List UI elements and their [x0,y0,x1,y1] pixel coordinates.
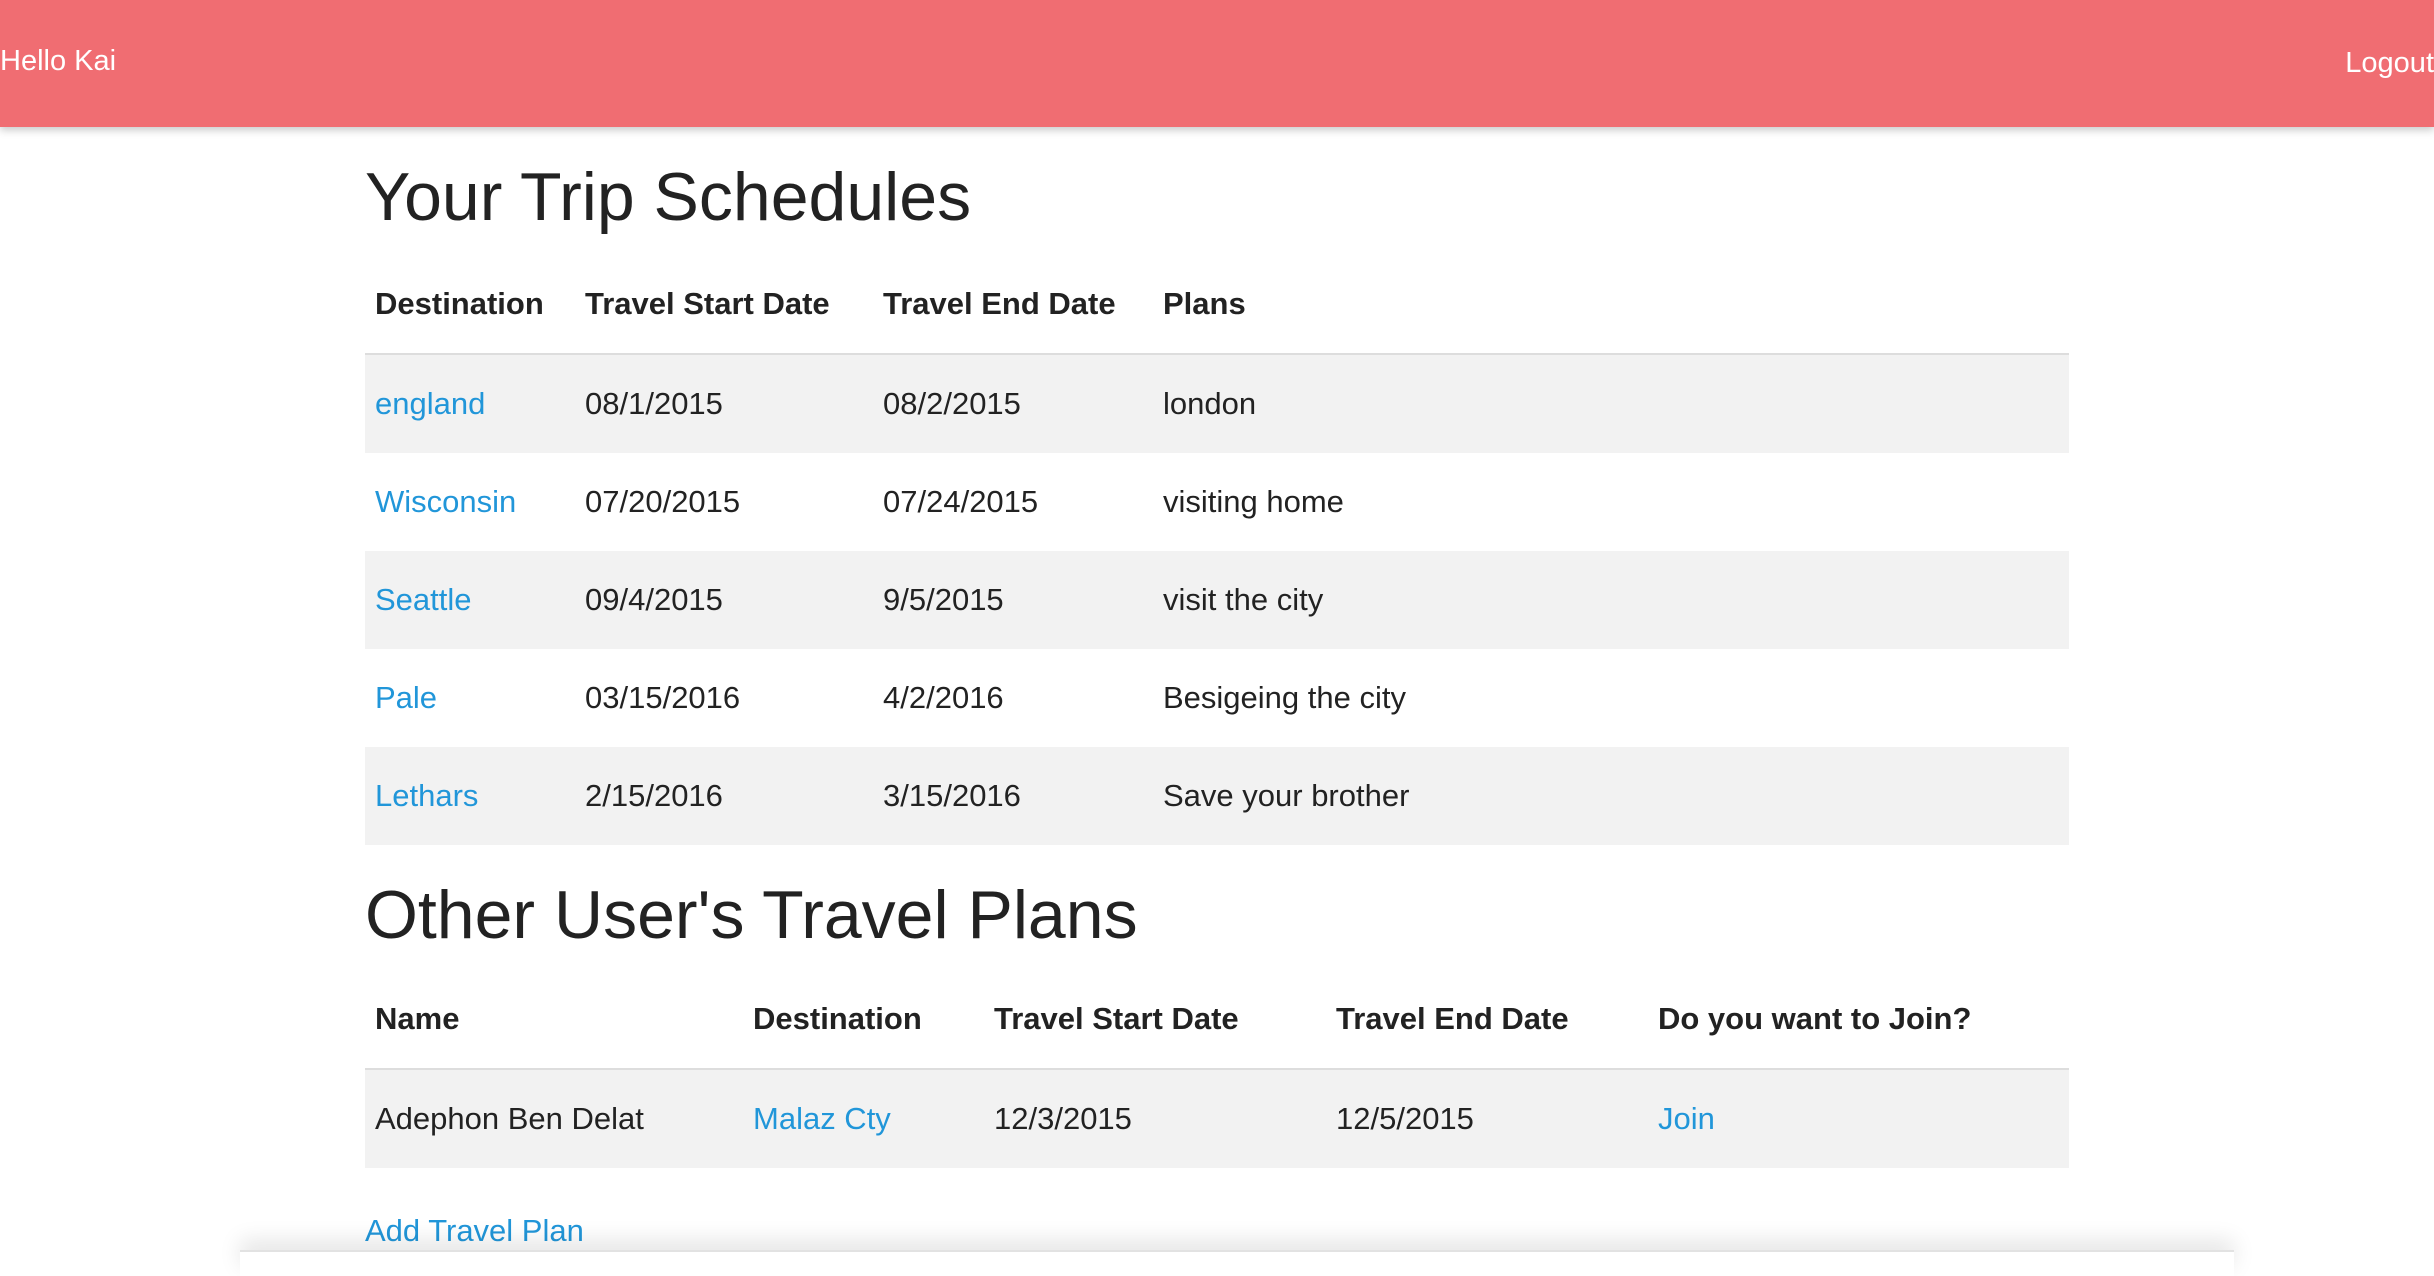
table-row: england 08/1/2015 08/2/2015 london [365,354,2069,453]
end-date-cell: 07/24/2015 [883,484,1039,519]
table-header-row: Name Destination Travel Start Date Trave… [365,969,2069,1070]
table-row: Pale 03/15/2016 4/2/2016 Besigeing the c… [365,649,2069,747]
table-row: Seattle 09/4/2015 9/5/2015 visit the cit… [365,551,2069,649]
column-header-end-date: Travel End Date [873,254,1153,355]
column-header-start-date: Travel Start Date [575,254,873,355]
destination-link[interactable]: Pale [375,680,437,715]
user-greeting: Hello Kai [0,45,117,77]
join-link[interactable]: Join [1658,1101,1715,1136]
plans-cell: visit the city [1153,551,2069,649]
start-date-cell: 08/1/2015 [575,354,873,453]
column-header-plans: Plans [1153,254,2069,355]
join-cell: Join [1648,1069,2069,1168]
add-travel-plan-link[interactable]: Add Travel Plan [365,1213,584,1249]
column-header-end-date: Travel End Date [1326,969,1648,1070]
trip-schedules-heading: Your Trip Schedules [365,159,972,235]
destination-link[interactable]: Lethars [375,778,478,813]
other-users-plans-heading: Other User's Travel Plans [365,877,1138,953]
start-date-cell: 07/20/2015 [585,484,741,519]
destination-cell: Seattle [365,551,575,649]
destination-link[interactable]: Wisconsin [375,484,516,519]
start-date-cell: 03/15/2016 [585,680,741,715]
start-date-cell: 09/4/2015 [575,551,873,649]
destination-cell: Pale [365,649,575,747]
column-header-destination: Destination [743,969,984,1070]
end-date-cell: 12/5/2015 [1326,1069,1648,1168]
end-date-cell: 3/15/2016 [873,747,1153,845]
column-header-join: Do you want to Join? [1648,969,2069,1070]
destination-link[interactable]: Malaz Cty [753,1101,891,1136]
end-date-cell: 9/5/2015 [873,551,1153,649]
destination-cell: Lethars [365,747,575,845]
destination-cell: Malaz Cty [743,1069,984,1168]
start-date-cell: 2/15/2016 [575,747,873,845]
end-date-cell: 4/2/2016 [883,680,1004,715]
end-date-cell: 08/2/2015 [873,354,1153,453]
bottom-panel-edge [240,1250,2234,1276]
main-content: Your Trip Schedules Destination Travel S… [365,127,2069,1249]
destination-link[interactable]: Seattle [375,582,472,617]
table-header-row: Destination Travel Start Date Travel End… [365,254,2069,355]
plans-cell: Besigeing the city [1163,680,1406,715]
column-header-destination: Destination [365,254,575,355]
table-row: Wisconsin 07/20/2015 07/24/2015 visiting… [365,453,2069,551]
column-header-name: Name [365,969,743,1070]
destination-link[interactable]: england [375,386,485,421]
destination-cell: Wisconsin [365,453,575,551]
name-cell: Adephon Ben Delat [365,1069,743,1168]
other-users-plans-table: Name Destination Travel Start Date Trave… [365,969,2069,1168]
table-row: Adephon Ben Delat Malaz Cty 12/3/2015 12… [365,1069,2069,1168]
column-header-start-date: Travel Start Date [984,969,1326,1070]
logout-link[interactable]: Logout [2345,46,2434,81]
top-nav-bar: Hello Kai Logout [0,0,2434,127]
plans-cell: london [1153,354,2069,453]
start-date-cell: 12/3/2015 [984,1069,1326,1168]
destination-cell: england [365,354,575,453]
plans-cell: Save your brother [1153,747,2069,845]
trip-schedules-table: Destination Travel Start Date Travel End… [365,254,2069,845]
table-row: Lethars 2/15/2016 3/15/2016 Save your br… [365,747,2069,845]
plans-cell: visiting home [1163,484,1344,519]
